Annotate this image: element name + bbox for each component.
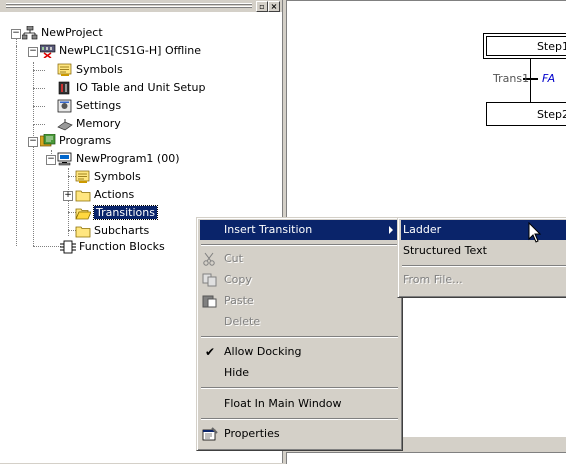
tree-label: Subcharts xyxy=(94,224,150,237)
menu-item-paste[interactable]: Paste xyxy=(200,291,399,311)
tree-item-io-table[interactable]: IO Table and Unit Setup xyxy=(57,80,205,96)
menu-item-delete[interactable]: Delete xyxy=(200,312,399,332)
menu-item-label: Structured Text xyxy=(403,244,487,257)
folder-icon xyxy=(75,188,91,202)
tree-label: Symbols xyxy=(76,63,123,76)
menu-separator xyxy=(201,244,398,246)
menu-item-float-in-main-window[interactable]: Float In Main Window xyxy=(200,394,399,414)
collapse-program1-toggle[interactable]: − xyxy=(46,155,56,165)
tree-label: Programs xyxy=(59,134,112,147)
tree-label: Symbols xyxy=(94,170,141,183)
tree-item-settings[interactable]: Settings xyxy=(57,98,121,114)
tree-item-program1[interactable]: NewProgram1 (00) xyxy=(57,151,179,167)
step2-label: Step2 xyxy=(536,108,566,121)
menu-item-label: From File... xyxy=(403,273,463,286)
menu-separator xyxy=(201,418,398,420)
tree-label: NewPLC1[CS1G-H] Offline xyxy=(59,44,202,57)
tree-label: Settings xyxy=(76,99,122,112)
plc-offline-icon xyxy=(39,44,56,59)
tree-item-function-blocks[interactable]: Function Blocks xyxy=(60,239,165,255)
menu-item-label: Copy xyxy=(224,273,252,286)
paste-icon xyxy=(202,294,218,308)
transition1-condition: FA xyxy=(542,72,556,85)
io-table-icon xyxy=(57,81,73,95)
network-icon xyxy=(21,25,38,40)
menu-separator xyxy=(201,336,398,338)
function-block-icon xyxy=(60,240,76,254)
menu-item-properties[interactable]: Properties xyxy=(200,424,399,444)
menu-item-copy[interactable]: Copy xyxy=(200,270,399,290)
tree-item-plc[interactable]: NewPLC1[CS1G-H] Offline xyxy=(39,43,202,59)
settings-icon xyxy=(57,99,73,113)
tree-item-program-symbols[interactable]: Symbols xyxy=(75,169,141,185)
close-pane-button[interactable]: × xyxy=(268,1,280,12)
tree-item-subcharts[interactable]: Subcharts xyxy=(75,223,149,239)
tree-item-project[interactable]: NewProject xyxy=(21,25,103,41)
drag-grip[interactable] xyxy=(6,3,252,5)
menu-item-cut[interactable]: Cut xyxy=(200,249,399,269)
tree-label: IO Table and Unit Setup xyxy=(76,81,206,94)
step2-box[interactable]: Step2 xyxy=(486,102,566,126)
programs-icon xyxy=(39,133,56,148)
submenu-item-from-file[interactable]: From File... xyxy=(401,270,566,290)
drag-grip xyxy=(6,6,252,8)
submenu-arrow-icon xyxy=(389,226,393,234)
tree-item-transitions[interactable]: Transitions xyxy=(75,205,158,221)
menu-item-label: Allow Docking xyxy=(224,345,302,358)
tree-label: Function Blocks xyxy=(79,240,165,253)
tree-label: Transitions xyxy=(93,205,158,220)
menu-item-label: Delete xyxy=(224,315,261,328)
tree-item-symbols[interactable]: Symbols xyxy=(57,62,123,78)
tree-label: Memory xyxy=(76,117,121,130)
menu-item-label: Hide xyxy=(224,366,250,379)
tree-label: Actions xyxy=(94,188,135,201)
memory-icon xyxy=(57,117,73,131)
mouse-cursor-icon xyxy=(528,221,542,244)
checkmark-icon: ✔ xyxy=(205,345,216,359)
folder-icon xyxy=(75,224,91,238)
menu-item-label: Ladder xyxy=(403,223,442,236)
tree-item-actions[interactable]: Actions xyxy=(75,187,134,203)
tree-label: NewProject xyxy=(41,26,103,39)
tree-item-memory[interactable]: Memory xyxy=(57,116,121,132)
open-folder-icon xyxy=(75,206,92,220)
menu-item-label: Properties xyxy=(224,427,280,440)
menu-item-hide[interactable]: Hide xyxy=(200,363,399,383)
restore-pane-button[interactable]: ▫ xyxy=(256,1,268,12)
menu-item-allow-docking[interactable]: ✔ Allow Docking xyxy=(200,342,399,362)
symbols-icon xyxy=(57,63,73,77)
collapse-plc-toggle[interactable]: − xyxy=(28,47,38,57)
transition1-label: Trans1 xyxy=(493,72,530,85)
tree-label: NewProgram1 (00) xyxy=(76,152,180,165)
scissors-icon xyxy=(202,252,218,266)
menu-separator xyxy=(402,265,566,267)
menu-item-label: Float In Main Window xyxy=(224,397,342,410)
properties-icon xyxy=(202,427,218,441)
program-computer-icon xyxy=(57,152,73,166)
expand-actions-toggle[interactable]: + xyxy=(63,191,73,201)
menu-item-label: Insert Transition xyxy=(224,223,313,236)
symbols-icon xyxy=(75,170,91,184)
menu-separator xyxy=(201,387,398,389)
sfc-link-line xyxy=(530,58,531,102)
tree-item-programs[interactable]: Programs xyxy=(39,133,112,149)
collapse-programs-toggle[interactable]: − xyxy=(28,137,38,147)
copy-icon xyxy=(202,273,218,287)
bottom-panel-content xyxy=(286,452,566,464)
context-menu: Insert Transition Cut Copy Paste Delete … xyxy=(196,217,403,451)
step1-box[interactable]: Step1 xyxy=(486,36,566,56)
menu-item-label: Paste xyxy=(224,294,254,307)
menu-item-insert-transition[interactable]: Insert Transition xyxy=(200,220,399,240)
pane-title-bar: ▫ × xyxy=(0,0,282,12)
collapse-project-toggle[interactable]: − xyxy=(11,29,21,39)
menu-item-label: Cut xyxy=(224,252,243,265)
step1-label: Step1 xyxy=(536,40,566,53)
